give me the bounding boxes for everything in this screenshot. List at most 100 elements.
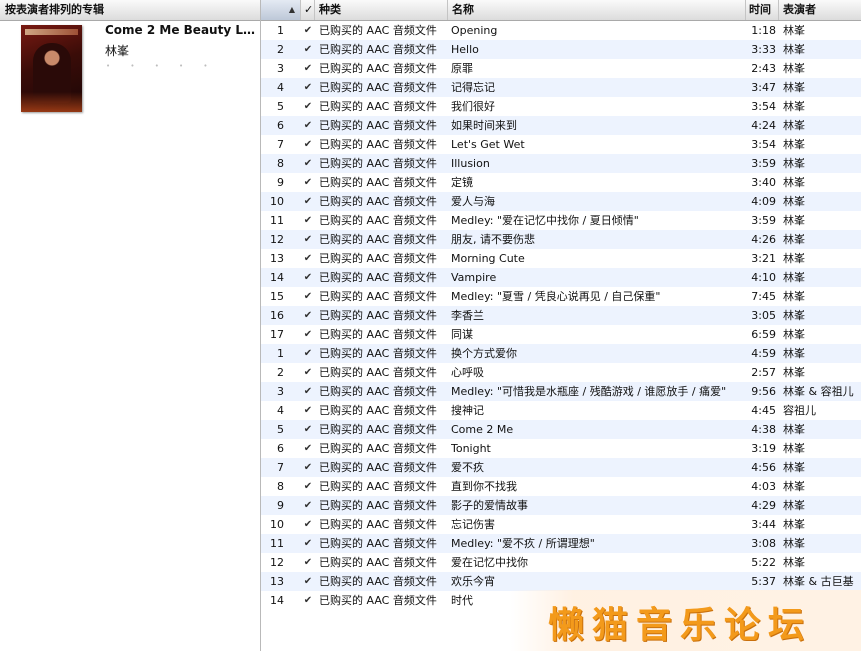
track-enabled-checkbox[interactable]: ✔ [301, 192, 315, 211]
track-enabled-checkbox[interactable]: ✔ [301, 211, 315, 230]
track-time: 3:59 [751, 157, 776, 170]
track-row[interactable]: 10 ✔ 已购买的 AAC 音频文件 忘记伤害 3:44 林峯 [261, 515, 861, 534]
track-row[interactable]: 1 ✔ 已购买的 AAC 音频文件 Opening 1:18 林峯 [261, 21, 861, 40]
track-row[interactable]: 1 ✔ 已购买的 AAC 音频文件 换个方式爱你 4:59 林峯 [261, 344, 861, 363]
column-header-name[interactable]: 名称 [448, 0, 746, 20]
column-header-number[interactable]: ▲ [261, 0, 301, 20]
track-enabled-checkbox[interactable]: ✔ [301, 173, 315, 192]
track-name: Hello [451, 43, 479, 56]
track-artist: 林峯 [783, 442, 805, 455]
track-kind: 已购买的 AAC 音频文件 [319, 81, 437, 94]
track-enabled-checkbox[interactable]: ✔ [301, 154, 315, 173]
track-enabled-checkbox[interactable]: ✔ [301, 78, 315, 97]
track-row[interactable]: 13 ✔ 已购买的 AAC 音频文件 Morning Cute 3:21 林峯 [261, 249, 861, 268]
track-row[interactable]: 7 ✔ 已购买的 AAC 音频文件 Let's Get Wet 3:54 林峯 [261, 135, 861, 154]
track-enabled-checkbox[interactable]: ✔ [301, 135, 315, 154]
track-enabled-checkbox[interactable]: ✔ [301, 59, 315, 78]
track-enabled-checkbox[interactable]: ✔ [301, 325, 315, 344]
track-row[interactable]: 9 ✔ 已购买的 AAC 音频文件 定镜 3:40 林峯 [261, 173, 861, 192]
track-row[interactable]: 3 ✔ 已购买的 AAC 音频文件 原罪 2:43 林峯 [261, 59, 861, 78]
track-time: 3:44 [751, 518, 776, 531]
track-row[interactable]: 8 ✔ 已购买的 AAC 音频文件 Illusion 3:59 林峯 [261, 154, 861, 173]
track-row[interactable]: 9 ✔ 已购买的 AAC 音频文件 影子的爱情故事 4:29 林峯 [261, 496, 861, 515]
track-enabled-checkbox[interactable]: ✔ [301, 287, 315, 306]
track-artist: 容祖儿 [783, 404, 816, 417]
track-name: 同谋 [451, 328, 473, 341]
track-enabled-checkbox[interactable]: ✔ [301, 40, 315, 59]
track-enabled-checkbox[interactable]: ✔ [301, 458, 315, 477]
track-name: 直到你不找我 [451, 480, 517, 493]
album-rating-stars[interactable]: • • • • • [106, 62, 217, 70]
track-row[interactable]: 15 ✔ 已购买的 AAC 音频文件 Medley: "夏雪 / 凭良心说再见 / 自… [261, 287, 861, 306]
track-enabled-checkbox[interactable]: ✔ [301, 116, 315, 135]
track-row[interactable]: 11 ✔ 已购买的 AAC 音频文件 Medley: "爱在记忆中找你 / 夏日倾情"… [261, 211, 861, 230]
track-row[interactable]: 12 ✔ 已购买的 AAC 音频文件 爱在记忆中找你 5:22 林峯 [261, 553, 861, 572]
column-header-time[interactable]: 时间 [746, 0, 779, 20]
track-row[interactable]: 5 ✔ 已购买的 AAC 音频文件 我们很好 3:54 林峯 [261, 97, 861, 116]
track-row[interactable]: 7 ✔ 已购买的 AAC 音频文件 爱不疚 4:56 林峯 [261, 458, 861, 477]
track-kind: 已购买的 AAC 音频文件 [319, 176, 437, 189]
track-row[interactable]: 3 ✔ 已购买的 AAC 音频文件 Medley: "可惜我是水瓶座 / 残酷游戏 /… [261, 382, 861, 401]
track-enabled-checkbox[interactable]: ✔ [301, 344, 315, 363]
track-rows: 1 ✔ 已购买的 AAC 音频文件 Opening 1:18 林峯 2 ✔ 已购买的 AAC 音… [261, 21, 861, 610]
track-enabled-checkbox[interactable]: ✔ [301, 97, 315, 116]
track-enabled-checkbox[interactable]: ✔ [301, 306, 315, 325]
track-enabled-checkbox[interactable]: ✔ [301, 534, 315, 553]
track-number: 9 [277, 499, 284, 512]
track-enabled-checkbox[interactable]: ✔ [301, 249, 315, 268]
track-kind: 已购买的 AAC 音频文件 [319, 214, 437, 227]
track-enabled-checkbox[interactable]: ✔ [301, 230, 315, 249]
album-artist: 林峯 [105, 44, 130, 58]
track-row[interactable]: 16 ✔ 已购买的 AAC 音频文件 李香兰 3:05 林峯 [261, 306, 861, 325]
track-row[interactable]: 13 ✔ 已购买的 AAC 音频文件 欢乐今宵 5:37 林峯 & 古巨基 [261, 572, 861, 591]
album-artwork[interactable] [21, 25, 82, 112]
track-row[interactable]: 4 ✔ 已购买的 AAC 音频文件 搜神记 4:45 容祖儿 [261, 401, 861, 420]
track-enabled-checkbox[interactable]: ✔ [301, 268, 315, 287]
sort-ascending-icon: ▲ [288, 5, 295, 14]
track-kind: 已购买的 AAC 音频文件 [319, 119, 437, 132]
track-enabled-checkbox[interactable]: ✔ [301, 439, 315, 458]
track-enabled-checkbox[interactable]: ✔ [301, 401, 315, 420]
track-row[interactable]: 11 ✔ 已购买的 AAC 音频文件 Medley: "爱不疚 / 所谓理想" 3:08… [261, 534, 861, 553]
column-header-kind[interactable]: 种类 [315, 0, 448, 20]
track-row[interactable]: 6 ✔ 已购买的 AAC 音频文件 Tonight 3:19 林峯 [261, 439, 861, 458]
track-time: 4:38 [751, 423, 776, 436]
track-number: 12 [270, 556, 284, 569]
track-kind: 已购买的 AAC 音频文件 [319, 62, 437, 75]
track-row[interactable]: 2 ✔ 已购买的 AAC 音频文件 Hello 3:33 林峯 [261, 40, 861, 59]
track-time: 3:54 [751, 100, 776, 113]
track-kind: 已购买的 AAC 音频文件 [319, 537, 437, 550]
track-row[interactable]: 4 ✔ 已购买的 AAC 音频文件 记得忘记 3:47 林峯 [261, 78, 861, 97]
column-header-check[interactable]: ✓ [301, 0, 315, 20]
album-title[interactable]: Come 2 Me Beauty Live... [105, 23, 258, 37]
track-enabled-checkbox[interactable]: ✔ [301, 591, 315, 610]
track-kind: 已购买的 AAC 音频文件 [319, 328, 437, 341]
track-name: 忘记伤害 [451, 518, 495, 531]
track-row[interactable]: 12 ✔ 已购买的 AAC 音频文件 朋友, 请不要伤悲 4:26 林峯 [261, 230, 861, 249]
track-time: 3:33 [751, 43, 776, 56]
track-row[interactable]: 5 ✔ 已购买的 AAC 音频文件 Come 2 Me 4:38 林峯 [261, 420, 861, 439]
track-row[interactable]: 8 ✔ 已购买的 AAC 音频文件 直到你不找我 4:03 林峯 [261, 477, 861, 496]
track-row[interactable]: 6 ✔ 已购买的 AAC 音频文件 如果时间来到 4:24 林峯 [261, 116, 861, 135]
track-time: 4:56 [751, 461, 776, 474]
album-pane-header[interactable]: 按表演者排列的专辑 [0, 0, 260, 21]
track-row[interactable]: 10 ✔ 已购买的 AAC 音频文件 爱人与海 4:09 林峯 [261, 192, 861, 211]
track-enabled-checkbox[interactable]: ✔ [301, 420, 315, 439]
track-artist: 林峯 [783, 24, 805, 37]
track-enabled-checkbox[interactable]: ✔ [301, 477, 315, 496]
track-enabled-checkbox[interactable]: ✔ [301, 553, 315, 572]
track-time: 4:24 [751, 119, 776, 132]
track-row[interactable]: 2 ✔ 已购买的 AAC 音频文件 心呼吸 2:57 林峯 [261, 363, 861, 382]
track-enabled-checkbox[interactable]: ✔ [301, 572, 315, 591]
track-enabled-checkbox[interactable]: ✔ [301, 363, 315, 382]
track-artist: 林峯 [783, 499, 805, 512]
track-kind: 已购买的 AAC 音频文件 [319, 233, 437, 246]
column-header-artist[interactable]: 表演者 [779, 0, 861, 20]
track-enabled-checkbox[interactable]: ✔ [301, 496, 315, 515]
track-enabled-checkbox[interactable]: ✔ [301, 21, 315, 40]
track-row[interactable]: 14 ✔ 已购买的 AAC 音频文件 Vampire 4:10 林峯 [261, 268, 861, 287]
track-row[interactable]: 17 ✔ 已购买的 AAC 音频文件 同谋 6:59 林峯 [261, 325, 861, 344]
track-enabled-checkbox[interactable]: ✔ [301, 515, 315, 534]
track-enabled-checkbox[interactable]: ✔ [301, 382, 315, 401]
track-kind: 已购买的 AAC 音频文件 [319, 252, 437, 265]
